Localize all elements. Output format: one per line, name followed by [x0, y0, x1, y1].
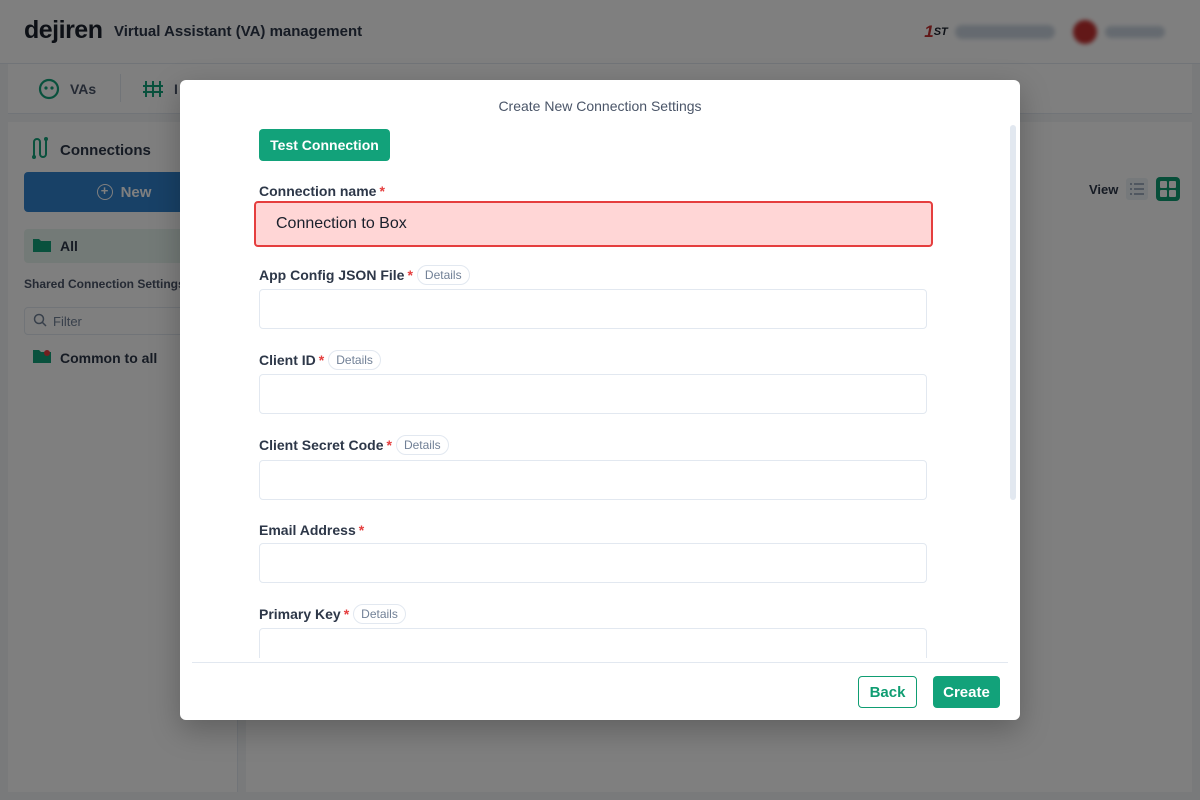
details-button[interactable]: Details	[395, 435, 449, 455]
field-label-connection-name: Connection name *	[259, 183, 385, 199]
required-mark: *	[379, 183, 385, 199]
modal-scroll-clip	[180, 620, 1008, 658]
app-config-json-input[interactable]	[259, 289, 927, 329]
back-button[interactable]: Back	[858, 676, 917, 708]
details-button[interactable]: Details	[416, 265, 470, 285]
client-secret-input[interactable]	[259, 460, 927, 500]
details-button[interactable]: Details	[328, 350, 381, 370]
field-label-client-id: Client ID * Details	[259, 350, 381, 370]
modal-scrollbar[interactable]	[1010, 125, 1016, 500]
client-id-input[interactable]	[259, 374, 927, 414]
required-mark: *	[358, 522, 365, 538]
field-label-client-secret: Client Secret Code * Details	[259, 435, 449, 455]
create-connection-modal: Create New Connection Settings Test Conn…	[180, 80, 1020, 720]
primary-key-input[interactable]	[259, 628, 927, 658]
required-mark: *	[386, 437, 392, 453]
modal-footer-divider	[192, 662, 1008, 663]
connection-name-input[interactable]	[254, 201, 933, 247]
field-label-email: Email Address *	[259, 522, 365, 538]
test-connection-button[interactable]: Test Connection	[259, 129, 390, 161]
required-mark: *	[407, 267, 413, 283]
email-address-input[interactable]	[259, 543, 927, 583]
create-button[interactable]: Create	[933, 676, 1000, 708]
field-label-app-config: App Config JSON File * Details	[259, 265, 470, 285]
modal-title: Create New Connection Settings	[498, 98, 702, 114]
required-mark: *	[318, 352, 325, 368]
